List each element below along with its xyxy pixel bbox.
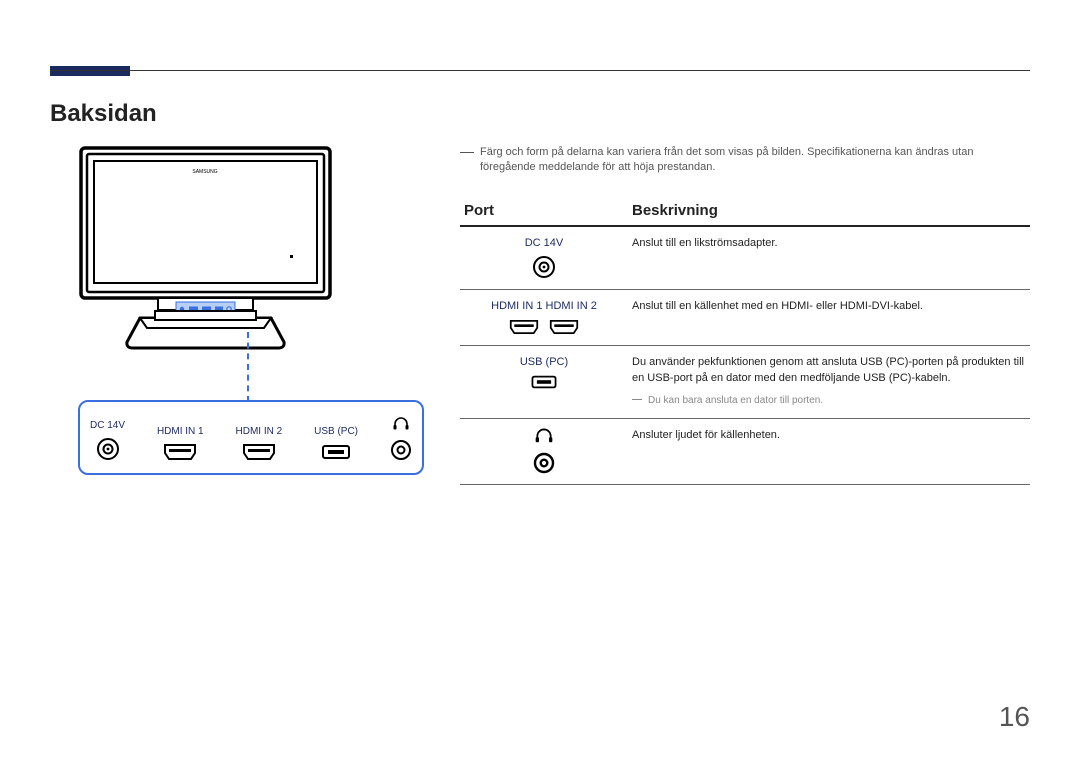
description-column: Färg och form på delarna kan variera frå… (460, 145, 1030, 485)
table-head-port: Port (460, 196, 628, 226)
monitor-illustration: SAMSUNG (78, 145, 333, 360)
row-desc: Du använder pekfunktionen genom att ansl… (628, 345, 1030, 418)
row-label: DC 14V (464, 235, 624, 252)
table-row: Ansluter ljudet för källenheten. (460, 418, 1030, 485)
variation-note: Färg och form på delarna kan variera frå… (460, 145, 1030, 176)
top-rule-line (50, 70, 1030, 71)
note-dash-icon (632, 399, 642, 408)
port-usb: USB (PC) (314, 426, 358, 461)
hdmi-icon (549, 319, 579, 335)
row-port-dc14v: DC 14V (460, 226, 628, 290)
hdmi-icon (242, 443, 276, 461)
audio-jack-icon (390, 439, 412, 461)
row-label: HDMI IN 1 HDMI IN 2 (464, 298, 624, 315)
section-title: Baksidan (50, 100, 157, 128)
table-row: DC 14V Anslut till en likströmsadapter. (460, 226, 1030, 290)
top-rule-accent (50, 66, 130, 76)
callout-line (247, 332, 249, 402)
port-label-usb: USB (PC) (314, 426, 358, 437)
port-label-hdmi1: HDMI IN 1 (157, 426, 204, 437)
top-rule (50, 70, 1030, 72)
port-headphone (390, 416, 412, 461)
product-diagram: SAMSUNG DC 14V (78, 145, 408, 475)
row-port-hdmi: HDMI IN 1 HDMI IN 2 (460, 290, 628, 346)
variation-note-text: Färg och form på delarna kan variera frå… (480, 145, 1030, 176)
row-desc: Ansluter ljudet för källenheten. (628, 418, 1030, 485)
note-dash-icon (460, 152, 474, 176)
row-desc: Anslut till en källenhet med en HDMI- el… (628, 290, 1030, 346)
audio-jack-icon (533, 452, 555, 474)
port-table: Port Beskrivning DC 14V (460, 196, 1030, 486)
port-panel-zoom: DC 14V HDMI IN 1 HDMI IN 2 (78, 400, 424, 475)
document-page: Baksidan SAMSUNG (0, 0, 1080, 763)
row-subnote-text: Du kan bara ansluta en dator till porten… (648, 393, 823, 408)
table-row: USB (PC) Du använder pekfunktionen genom… (460, 345, 1030, 418)
port-label-headphone (392, 416, 410, 433)
row-port-headphone (460, 418, 628, 485)
row-desc: Anslut till en likströmsadapter. (628, 226, 1030, 290)
hdmi-icon (509, 319, 539, 335)
dc-jack-icon (532, 255, 556, 279)
row-desc-text: Du använder pekfunktionen genom att ansl… (632, 356, 1024, 385)
headphone-icon (534, 427, 554, 443)
row-label (464, 427, 624, 449)
table-head-desc: Beskrivning (628, 196, 1030, 226)
row-port-usb: USB (PC) (460, 345, 628, 418)
monitor-brand: SAMSUNG (192, 169, 217, 175)
port-label-dc14v: DC 14V (90, 420, 125, 431)
port-hdmi1: HDMI IN 1 (157, 426, 204, 461)
port-label-hdmi2: HDMI IN 2 (236, 426, 283, 437)
row-subnote: Du kan bara ansluta en dator till porten… (632, 393, 1026, 408)
dc-jack-icon (96, 437, 120, 461)
port-hdmi2: HDMI IN 2 (236, 426, 283, 461)
headphone-icon (392, 416, 410, 430)
port-dc14v: DC 14V (90, 420, 125, 461)
row-label: USB (PC) (464, 354, 624, 371)
usb-icon (530, 374, 558, 390)
hdmi-icon (163, 443, 197, 461)
page-number: 16 (999, 701, 1030, 733)
usb-icon (321, 443, 351, 461)
table-row: HDMI IN 1 HDMI IN 2 Ans (460, 290, 1030, 346)
